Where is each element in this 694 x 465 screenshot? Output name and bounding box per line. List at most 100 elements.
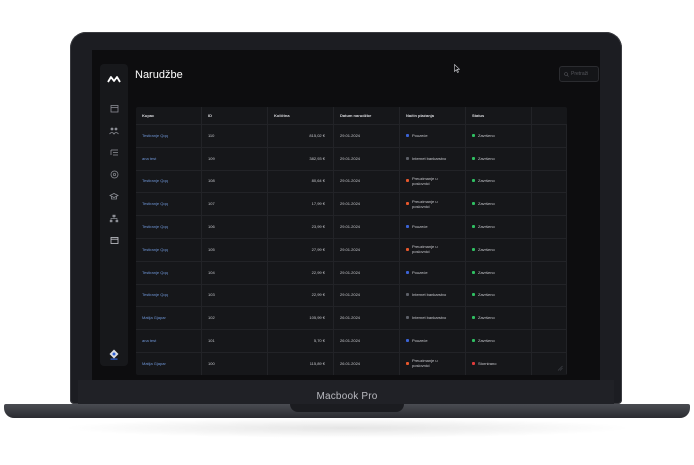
sidebar-item-users[interactable] (100, 122, 128, 138)
customer-link[interactable]: Matija Gjapar (136, 306, 202, 330)
calendar-icon (110, 104, 118, 112)
customer-link[interactable]: ana test (136, 329, 202, 352)
customer-link[interactable]: Testiranje Qqq (136, 192, 202, 216)
status-label: Završeno (478, 315, 495, 321)
table-row[interactable]: ana test 101 5,70 €26.01.2024 Pouzeće Završe… (136, 329, 567, 353)
status-dot-icon (472, 179, 475, 183)
customer-link[interactable]: ana test (136, 146, 202, 170)
status-badge: Završeno (466, 169, 532, 193)
status-badge: Stornirano (466, 352, 532, 375)
list-icon (110, 149, 118, 155)
order-id: 109 (202, 146, 268, 170)
status-badge: Završeno (466, 283, 532, 307)
table-row[interactable]: Testiranje Qqq 108 80,64 €29.01.2024 Preuzi… (136, 169, 567, 194)
status-label: Završeno (478, 246, 495, 252)
header-id[interactable]: ID (202, 107, 268, 124)
header-amount[interactable]: Količina (268, 107, 334, 124)
customer-link[interactable]: Testiranje Qqq (136, 124, 202, 147)
customer-link[interactable]: Matija Gjapar (136, 352, 202, 375)
header-customer[interactable]: Kupac (136, 107, 202, 124)
status-badge: Završeno (466, 215, 532, 238)
table-row[interactable]: Testiranje Qqq 110 815,02 €29.01.2024 Pouze… (136, 124, 567, 148)
laptop-shadow (60, 418, 634, 438)
payment-method: Pouzeće (400, 124, 466, 147)
order-id: 108 (202, 169, 268, 193)
row-spacer (532, 283, 567, 307)
status-badge: Završeno (466, 124, 532, 147)
payment-method: Internet bankarstvo (400, 146, 466, 170)
payment-label: Internet bankarstvo (412, 292, 447, 298)
orders-table: Kupac ID Količina Datum narudžbe Način p… (136, 107, 567, 375)
logo-icon[interactable] (100, 68, 128, 90)
payment-dot-icon (406, 316, 409, 320)
order-amount: 815,02 € (268, 124, 334, 147)
order-date: 26.01.2024 (334, 306, 400, 330)
payment-method: Preuzimanje u poslovnici (400, 169, 466, 193)
coin-icon (110, 170, 118, 178)
status-label: Završeno (478, 224, 495, 230)
status-label: Završeno (478, 292, 495, 298)
order-amount: 80,64 € (268, 169, 334, 193)
status-label: Završeno (478, 338, 495, 344)
sidebar-item-list[interactable] (100, 144, 128, 160)
customer-link[interactable]: Testiranje Qqq (136, 169, 202, 193)
customer-link[interactable]: Testiranje Qqq (136, 215, 202, 238)
order-id: 100 (202, 352, 268, 375)
order-date: 29.01.2024 (334, 283, 400, 307)
search-input[interactable]: Pretraži (559, 66, 599, 82)
header-status[interactable]: Status (466, 107, 532, 124)
user-badge-icon (109, 349, 119, 360)
sidebar-item-window[interactable] (100, 232, 128, 248)
order-amount: 105,99 € (268, 306, 334, 330)
laptop-brand-label: Macbook Pro (316, 391, 378, 402)
payment-method: Preuzimanje u poslovnici (400, 238, 466, 261)
page-title: Narudžbe (135, 69, 183, 81)
table-row[interactable]: Testiranje Qqq 107 17,99 €29.01.2024 Preuzi… (136, 192, 567, 217)
payment-label: Pouzeće (412, 132, 428, 138)
hierarchy-icon (109, 214, 119, 222)
users-icon (109, 127, 119, 135)
order-date: 26.01.2024 (334, 352, 400, 375)
order-id: 105 (202, 238, 268, 261)
status-dot-icon (472, 247, 475, 251)
customer-link[interactable]: Testiranje Qqq (136, 283, 202, 307)
table-row[interactable]: Matija Gjapar 100 115,89 €26.01.2024 Preuzi… (136, 352, 567, 375)
row-spacer (532, 238, 567, 261)
payment-label: Preuzimanje u poslovnici (412, 198, 438, 209)
sidebar-item-education[interactable] (100, 188, 128, 204)
status-dot-icon (472, 202, 475, 206)
table-row[interactable]: ana test 109 382,93 €29.01.2024 Internet ba… (136, 146, 567, 171)
header-date[interactable]: Datum narudžbe (334, 107, 400, 124)
status-dot-icon (472, 225, 475, 229)
payment-label: Preuzimanje u poslovnici (412, 175, 438, 186)
table-row[interactable]: Matija Gjapar 102 105,99 €26.01.2024 Intern… (136, 306, 567, 331)
header-payment[interactable]: Način plaćanja (400, 107, 466, 124)
payment-label: Internet bankarstvo (412, 315, 447, 321)
payment-method: Internet bankarstvo (400, 283, 466, 307)
order-amount: 115,89 € (268, 352, 334, 375)
table-row[interactable]: Testiranje Qqq 105 27,99 €29.01.2024 Preuzi… (136, 238, 567, 262)
status-dot-icon (472, 339, 475, 343)
customer-link[interactable]: Testiranje Qqq (136, 238, 202, 261)
table-row[interactable]: Testiranje Qqq 106 23,99 €29.01.2024 Pouzeć… (136, 215, 567, 239)
status-dot-icon (472, 156, 475, 160)
sidebar-item-calendar[interactable] (100, 100, 128, 116)
table-row[interactable]: Testiranje Qqq 103 22,99 €29.01.2024 Intern… (136, 283, 567, 308)
avatar[interactable] (100, 346, 128, 362)
order-date: 29.01.2024 (334, 146, 400, 170)
status-label: Završeno (478, 132, 495, 138)
graduation-cap-icon (109, 192, 119, 199)
table-row[interactable]: Testiranje Qqq 104 22,99 €29.01.2024 Pouzeć… (136, 260, 567, 285)
laptop-notch (290, 404, 404, 412)
order-date: 29.01.2024 (334, 192, 400, 216)
customer-link[interactable]: Testiranje Qqq (136, 260, 202, 284)
mouse-cursor-icon (454, 64, 460, 73)
order-amount: 27,99 € (268, 238, 334, 261)
order-id: 107 (202, 192, 268, 216)
status-badge: Završeno (466, 192, 532, 216)
resize-handle-icon[interactable] (557, 365, 563, 371)
sidebar (100, 64, 128, 366)
sidebar-item-coin[interactable] (100, 166, 128, 182)
payment-dot-icon (406, 293, 409, 297)
sidebar-item-hierarchy[interactable] (100, 210, 128, 226)
